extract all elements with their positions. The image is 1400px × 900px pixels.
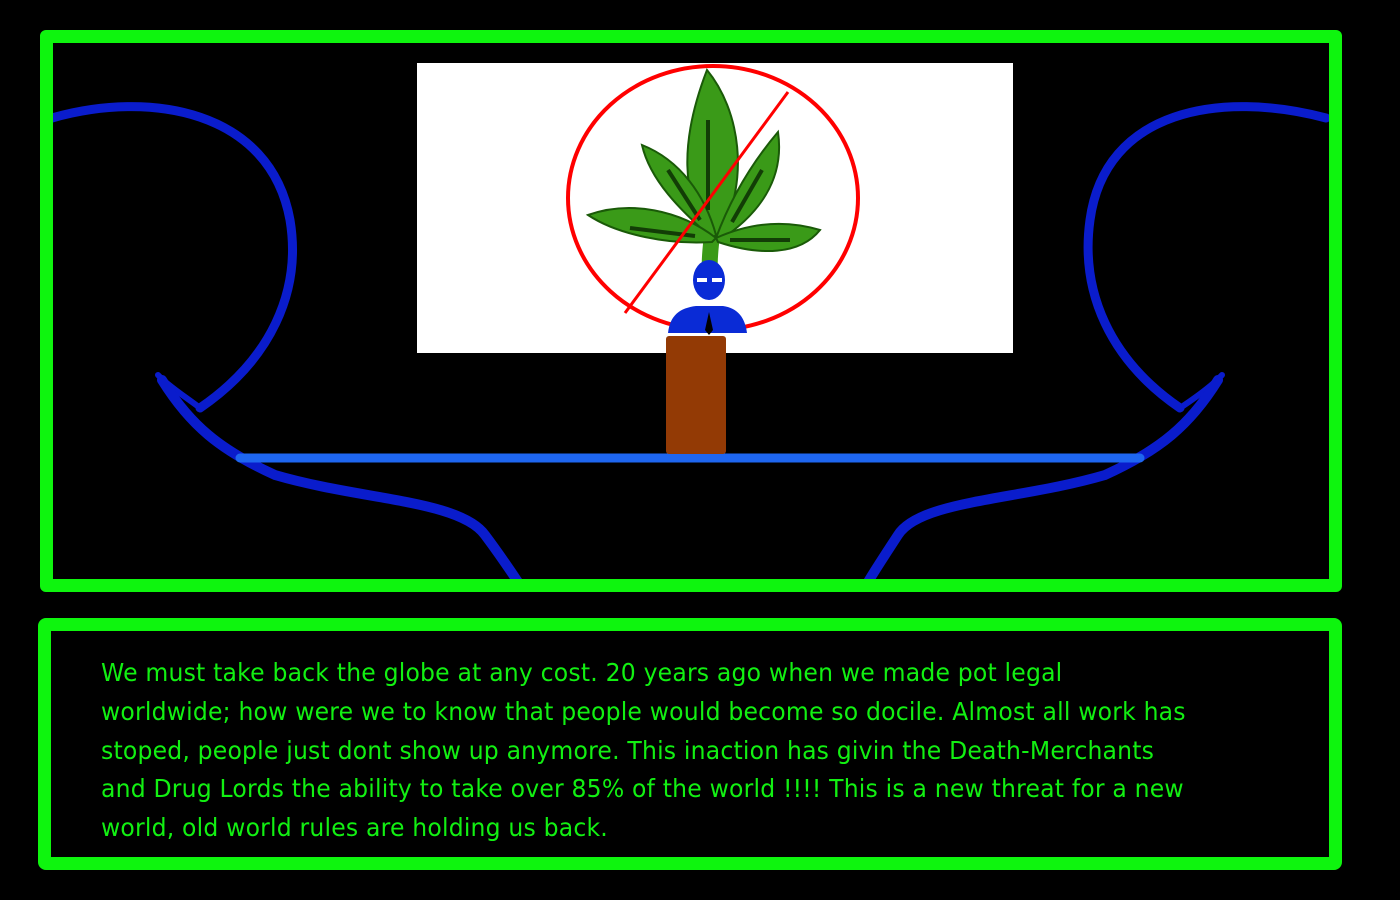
scene-illustration <box>53 63 1329 579</box>
dialog-text: We must take back the globe at any cost.… <box>101 658 1186 843</box>
dialog-box: We must take back the globe at any cost.… <box>38 618 1342 870</box>
scene-panel <box>40 30 1342 592</box>
podium <box>666 336 726 454</box>
